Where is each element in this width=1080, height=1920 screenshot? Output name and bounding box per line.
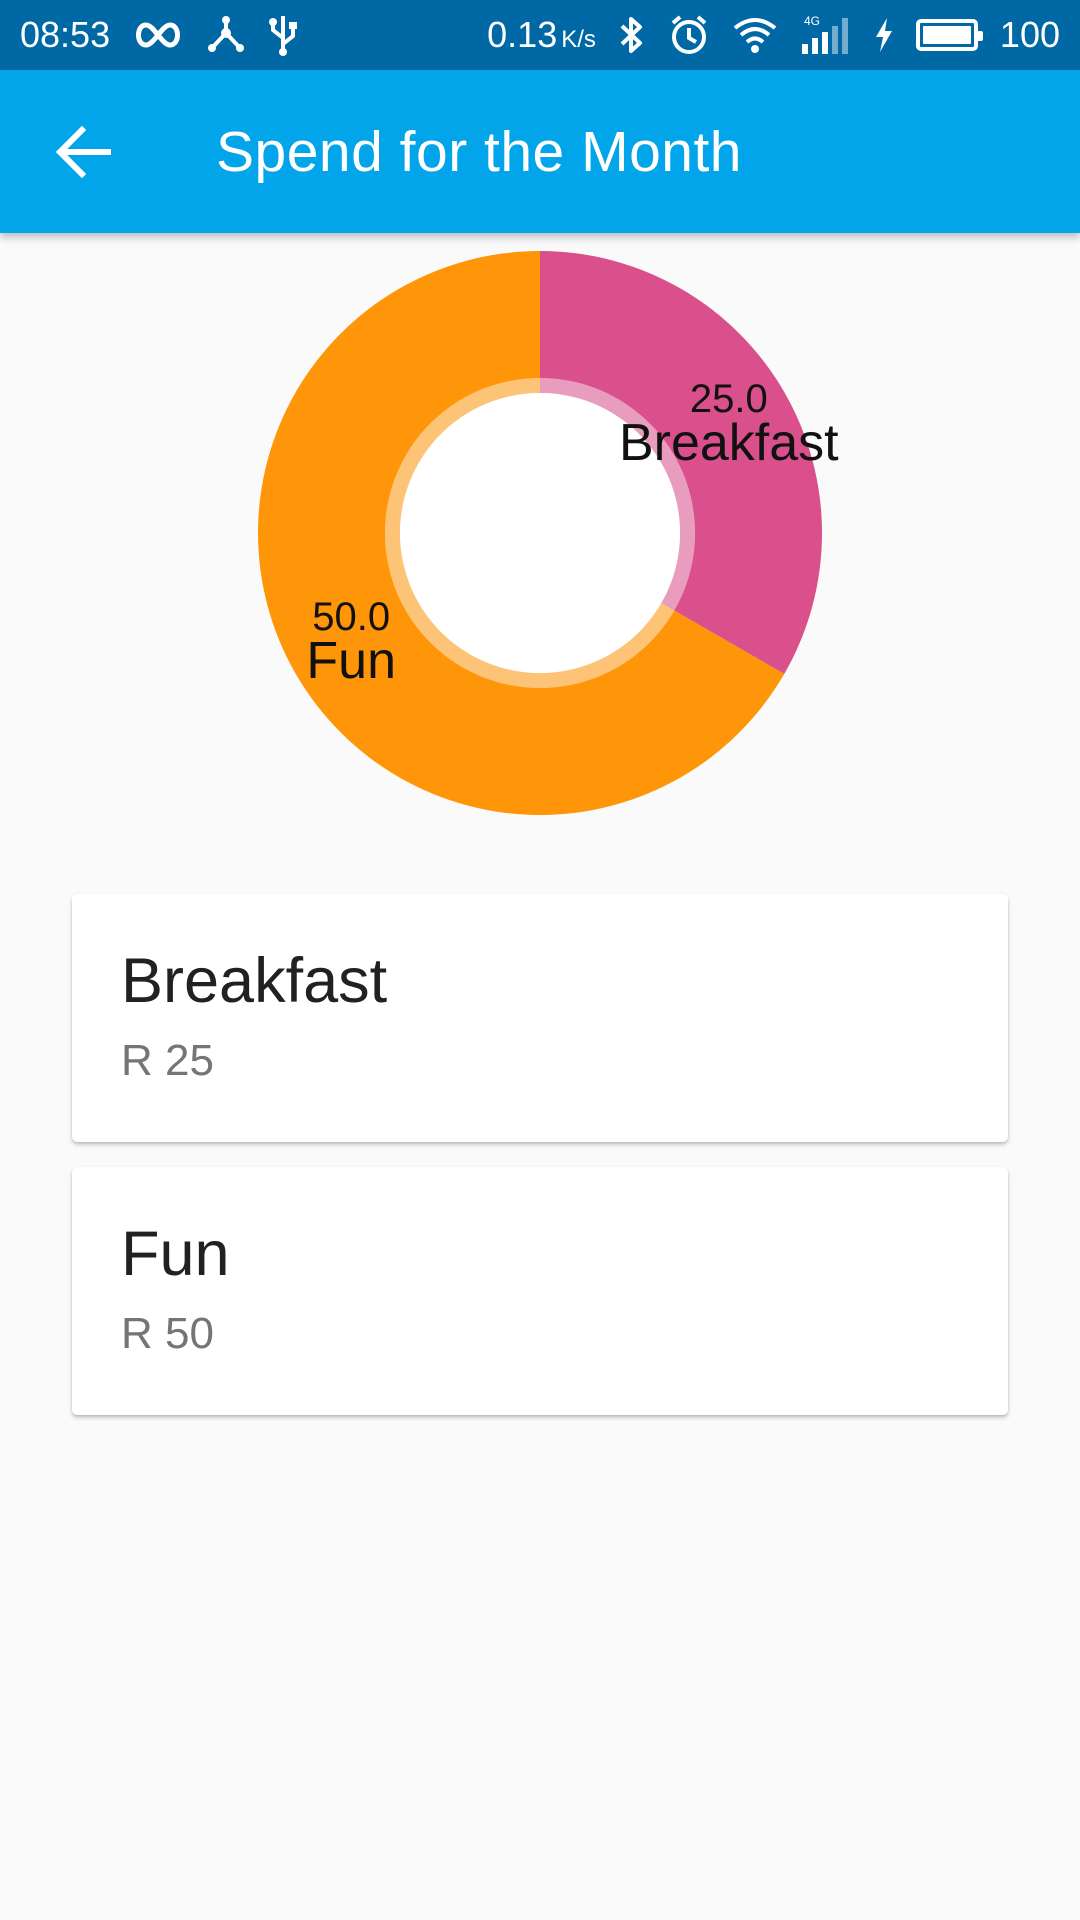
donut-chart: 25.0 Breakfast 50.0 Fun xyxy=(0,233,1080,853)
wifi-icon xyxy=(732,13,778,57)
share-hub-icon xyxy=(206,13,246,57)
status-time: 08:53 xyxy=(20,14,111,55)
bluetooth-icon xyxy=(618,13,646,57)
battery-percent: 100 xyxy=(999,14,1060,55)
infinity-icon xyxy=(132,13,184,57)
network-speed-unit: K/s xyxy=(561,26,596,53)
expense-name: Fun xyxy=(121,1219,230,1289)
back-button[interactable] xyxy=(24,92,144,212)
status-bar-left: 08:53 xyxy=(20,13,298,57)
battery-icon xyxy=(915,19,983,51)
expense-card-breakfast[interactable]: Breakfast R 25 xyxy=(72,894,1008,1142)
charging-icon xyxy=(874,13,894,57)
expense-card-fun[interactable]: Fun R 50 xyxy=(72,1167,1008,1415)
donut-chart-svg: 25.0Breakfast50.0Fun xyxy=(258,251,839,815)
signal-label: 4G xyxy=(804,14,820,28)
app-bar: Spend for the Month xyxy=(0,70,1080,233)
signal-4g-icon: 4G xyxy=(800,13,852,57)
expense-amount: R 25 xyxy=(121,1036,214,1085)
status-bar-right: 0.13 K/s 4G 100 xyxy=(487,13,1060,57)
status-bar: 08:53 0.13 K/s 4G 100 xyxy=(0,0,1080,70)
category-label-breakfast: Breakfast xyxy=(619,414,839,472)
usb-icon xyxy=(268,13,298,57)
category-label-fun: Fun xyxy=(306,632,396,690)
expense-name: Breakfast xyxy=(121,946,388,1016)
arrow-back-icon xyxy=(56,125,111,178)
network-speed-value: 0.13 xyxy=(487,14,558,55)
alarm-icon xyxy=(668,13,710,57)
expense-amount: R 50 xyxy=(121,1309,214,1358)
page-title: Spend for the Month xyxy=(216,119,743,184)
network-speed: 0.13 K/s xyxy=(487,14,596,56)
battery-fill xyxy=(922,26,971,44)
